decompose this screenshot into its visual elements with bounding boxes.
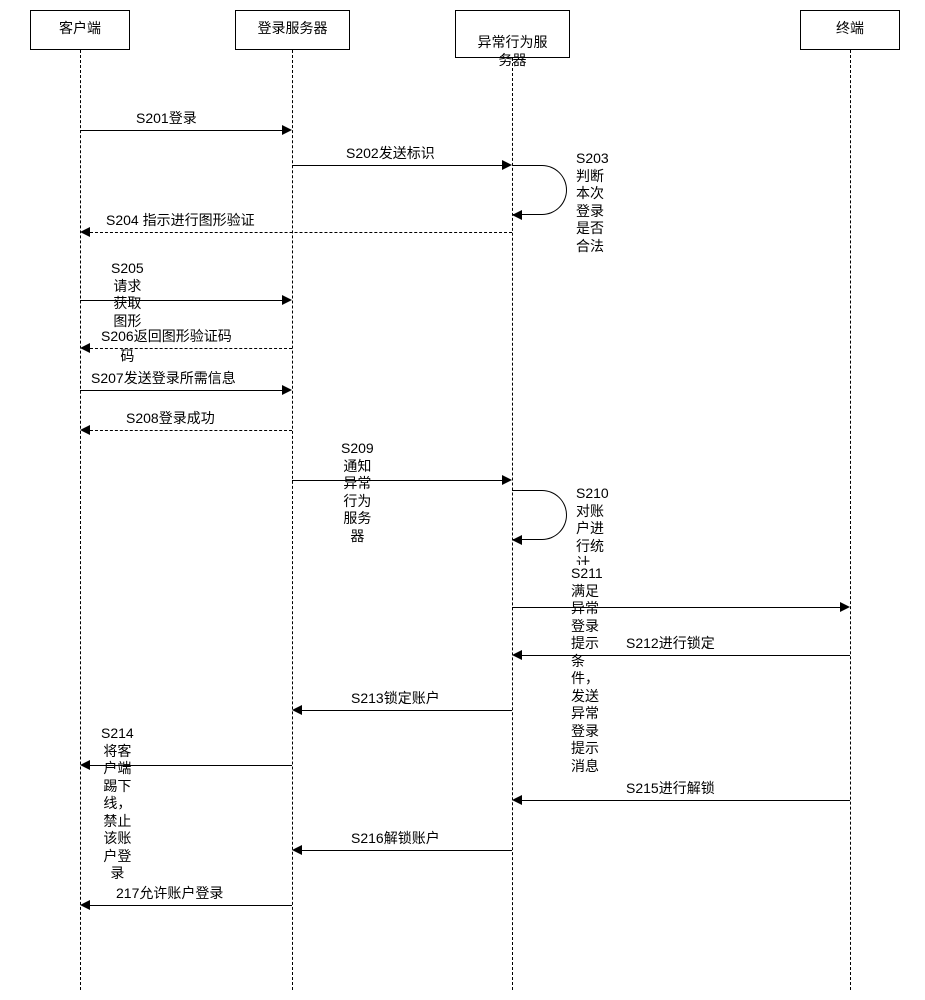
msg-s215-label: S215进行解锁 xyxy=(625,780,716,798)
participant-abnormal-server: 异常行为服 务器 xyxy=(455,10,570,58)
participant-terminal: 终端 xyxy=(800,10,900,50)
participant-client: 客户端 xyxy=(30,10,130,50)
msg-s202-label: S202发送标识 xyxy=(345,145,436,163)
msg-s217-label: 217允许账户登录 xyxy=(115,885,224,903)
msg-s213-label: S213锁定账户 xyxy=(350,690,441,708)
msg-s201-label: S201登录 xyxy=(135,110,198,128)
msg-s214-label: S214将客户端踢下 线，禁止该账户登录 xyxy=(100,725,135,883)
msg-s212-label: S212进行锁定 xyxy=(625,635,716,653)
sequence-diagram: 客户端 登录服务器 异常行为服 务器 终端 S201登录 S202发送标识 S2… xyxy=(10,10,915,990)
msg-s216-label: S216解锁账户 xyxy=(350,830,441,848)
msg-s210-label: S210对账户进 行统计 xyxy=(575,485,610,573)
participant-terminal-label: 终端 xyxy=(836,20,864,36)
msg-s211-label: S211满足异常登录提示条 件，发送异常登录提示消息 xyxy=(570,565,604,775)
msg-s209-label: S209通知异常 行为服务器 xyxy=(340,440,375,545)
participant-login-server: 登录服务器 xyxy=(235,10,350,50)
msg-s203-label: S203判断本次 登录是否合法 xyxy=(575,150,610,255)
msg-s208-label: S208登录成功 xyxy=(125,410,216,428)
lifeline-client xyxy=(80,50,81,990)
participant-client-label: 客户端 xyxy=(59,20,101,36)
msg-s204-label: S204 指示进行图形验证 xyxy=(105,212,256,230)
lifeline-terminal xyxy=(850,50,851,990)
msg-s207-label: S207发送登录所需信息 xyxy=(90,370,237,388)
msg-s206-label: S206返回图形验证码 xyxy=(100,328,233,346)
participant-login-server-label: 登录服务器 xyxy=(258,20,328,36)
msg-s205-label: S205请求获取 图形验证码 xyxy=(110,260,145,365)
